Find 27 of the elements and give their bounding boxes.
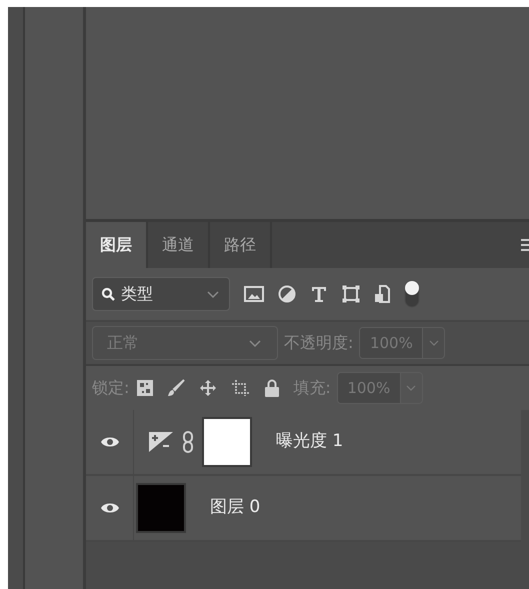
layer-name: 图层 0 (210, 496, 260, 520)
transform-icon[interactable] (342, 285, 360, 303)
menu-icon[interactable] (521, 239, 529, 251)
crop-icon[interactable] (231, 379, 252, 397)
panel-tab[interactable]: 图层 (86, 222, 148, 268)
search-icon (101, 287, 115, 301)
filter-dropdown[interactable]: 类型 (92, 277, 230, 311)
layer-row[interactable]: 图层 0 (86, 476, 521, 542)
eye-icon[interactable] (100, 435, 120, 449)
eye-icon[interactable] (100, 501, 120, 515)
mask-thumbnail (202, 417, 252, 467)
layer-row[interactable]: 曝光度 1 (86, 410, 521, 476)
checkerboard-icon[interactable] (137, 380, 154, 396)
layer-name: 曝光度 1 (276, 430, 344, 454)
chain-link-icon (182, 431, 194, 453)
move-icon[interactable] (199, 379, 218, 397)
image-icon[interactable] (244, 286, 264, 302)
toggle-switch[interactable] (404, 280, 420, 308)
text-tool-icon[interactable] (310, 285, 328, 303)
layer-thumbnail (136, 483, 186, 533)
document-icon[interactable] (374, 285, 390, 303)
brush-icon[interactable] (167, 379, 186, 397)
field-label: 不透明度: (284, 332, 354, 354)
caret-icon (405, 383, 418, 393)
caret-icon (428, 338, 440, 348)
half-circle-icon[interactable] (278, 285, 296, 303)
lock-icon[interactable] (265, 379, 280, 397)
